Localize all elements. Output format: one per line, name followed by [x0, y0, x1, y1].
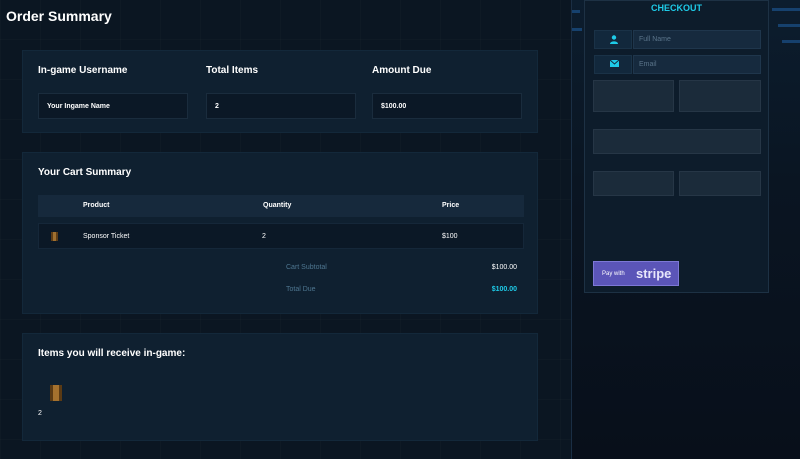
price-header: Price: [442, 202, 460, 209]
quantity-header: Quantity: [263, 202, 292, 209]
username-field: Your Ingame Name: [38, 93, 188, 119]
cart-price: $100: [442, 233, 458, 240]
cart-quantity: 2: [262, 233, 266, 240]
pay-with-label: Pay with: [602, 271, 625, 277]
order-info-card: In-game Username Your Ingame Name Total …: [22, 50, 538, 133]
username-column: In-game Username: [38, 65, 188, 76]
email-icon-box: [594, 55, 632, 74]
card-field-placeholder[interactable]: [679, 80, 761, 112]
total-due-label: Total Due: [286, 286, 316, 293]
cart-summary-card: Your Cart Summary Product Quantity Price…: [22, 152, 538, 314]
envelope-icon: [610, 60, 619, 67]
product-header: Product: [83, 202, 110, 209]
rewards-title: Items you will receive in-game:: [38, 348, 186, 359]
cart-product: Sponsor Ticket: [83, 233, 130, 240]
card-field-placeholder[interactable]: [593, 171, 674, 196]
stripe-logo: stripe: [636, 266, 672, 281]
card-field-placeholder[interactable]: [679, 171, 761, 196]
cart-row: Sponsor Ticket 2 $100: [38, 223, 524, 249]
reward-quantity: 2: [38, 410, 42, 417]
full-name-input[interactable]: Full Name: [633, 30, 761, 49]
cart-summary-title: Your Cart Summary: [38, 167, 132, 178]
total-due-value: $100.00: [491, 286, 517, 293]
cart-table-header: Product Quantity Price: [38, 195, 524, 217]
order-summary-panel: Order Summary In-game Username Your Inga…: [0, 0, 571, 459]
amount-due-label: Amount Due: [372, 65, 432, 76]
user-icon: [610, 35, 618, 44]
amount-due-column: Amount Due: [372, 65, 522, 76]
subtotal-value: $100.00: [491, 264, 517, 271]
card-field-placeholder[interactable]: [593, 80, 674, 112]
page-title: Order Summary: [6, 8, 112, 24]
rewards-card: Items you will receive in-game: 2: [22, 333, 538, 441]
checkout-panel: CHECKOUT Full Name Email Pay with stripe: [584, 0, 769, 293]
email-input[interactable]: Email: [633, 55, 761, 74]
user-icon-box: [594, 30, 632, 49]
total-items-field: 2: [206, 93, 356, 119]
checkout-title: CHECKOUT: [651, 3, 702, 13]
ticket-icon: [51, 232, 58, 241]
amount-due-field: $100.00: [372, 93, 522, 119]
total-items-label: Total Items: [206, 65, 259, 76]
total-items-column: Total Items: [206, 65, 356, 76]
card-field-placeholder[interactable]: [593, 129, 761, 154]
username-label: In-game Username: [38, 65, 128, 76]
ticket-icon: [50, 385, 62, 401]
subtotal-label: Cart Subtotal: [286, 264, 327, 271]
pay-with-stripe-button[interactable]: Pay with stripe: [593, 261, 679, 286]
